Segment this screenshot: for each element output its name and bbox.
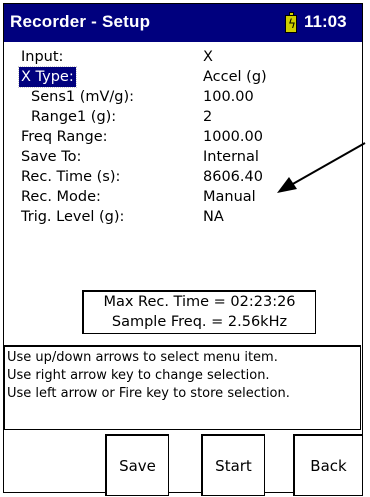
- back-button[interactable]: Back: [293, 434, 363, 496]
- setting-row-input[interactable]: Input: X: [4, 47, 362, 67]
- save-button[interactable]: Save: [105, 434, 169, 496]
- help-line: Use up/down arrows to select menu item.: [7, 350, 278, 365]
- setting-label: Rec. Mode:: [21, 189, 101, 205]
- sample-freq: Sample Freq. = 2.56kHz: [111, 314, 288, 330]
- setting-value: 8606.40: [203, 169, 263, 185]
- setting-value: 1000.00: [203, 129, 263, 145]
- battery-charging-icon: ϟ: [285, 12, 297, 33]
- help-line: Use left arrow or Fire key to store sele…: [7, 386, 290, 401]
- setting-row-trig-level[interactable]: Trig. Level (g): NA: [4, 207, 362, 227]
- app-title: Recorder - Setup: [10, 12, 151, 31]
- clock: 11:03: [304, 12, 347, 31]
- setting-label-selected: X Type:: [18, 66, 77, 88]
- setting-value: NA: [203, 209, 224, 225]
- setting-row-range1[interactable]: Range1 (g): 2: [4, 107, 362, 127]
- setting-label: Trig. Level (g):: [21, 209, 125, 225]
- setting-row-sens1[interactable]: Sens1 (mV/g): 100.00: [4, 87, 362, 107]
- setting-label: Freq Range:: [21, 129, 108, 145]
- setting-row-x-type[interactable]: X Type: Accel (g): [4, 66, 362, 88]
- setting-value: Manual: [203, 189, 256, 205]
- help-text-box: Use up/down arrows to select menu item. …: [4, 345, 361, 430]
- start-button[interactable]: Start: [201, 434, 265, 496]
- setting-value: 100.00: [203, 89, 254, 105]
- setting-value: 2: [203, 109, 213, 125]
- setting-label: Save To:: [21, 149, 82, 165]
- help-line: Use right arrow key to change selection.: [7, 368, 270, 383]
- device-screen: Recorder - Setup ϟ 11:03 Input: X X Type…: [3, 3, 366, 493]
- setting-value: Accel (g): [203, 69, 267, 85]
- max-rec-time: Max Rec. Time = 02:23:26: [103, 294, 296, 310]
- setting-value: X: [203, 49, 213, 65]
- arrow-pointer-icon: [277, 142, 366, 193]
- title-bar: Recorder - Setup ϟ 11:03: [4, 4, 362, 42]
- setting-value: Internal: [203, 149, 259, 165]
- setting-label: Rec. Time (s):: [21, 169, 121, 185]
- setting-label: Range1 (g):: [31, 109, 117, 125]
- setting-label: Input:: [21, 49, 64, 65]
- recording-info-box: Max Rec. Time = 02:23:26 Sample Freq. = …: [82, 290, 316, 334]
- setting-label: Sens1 (mV/g):: [31, 89, 135, 105]
